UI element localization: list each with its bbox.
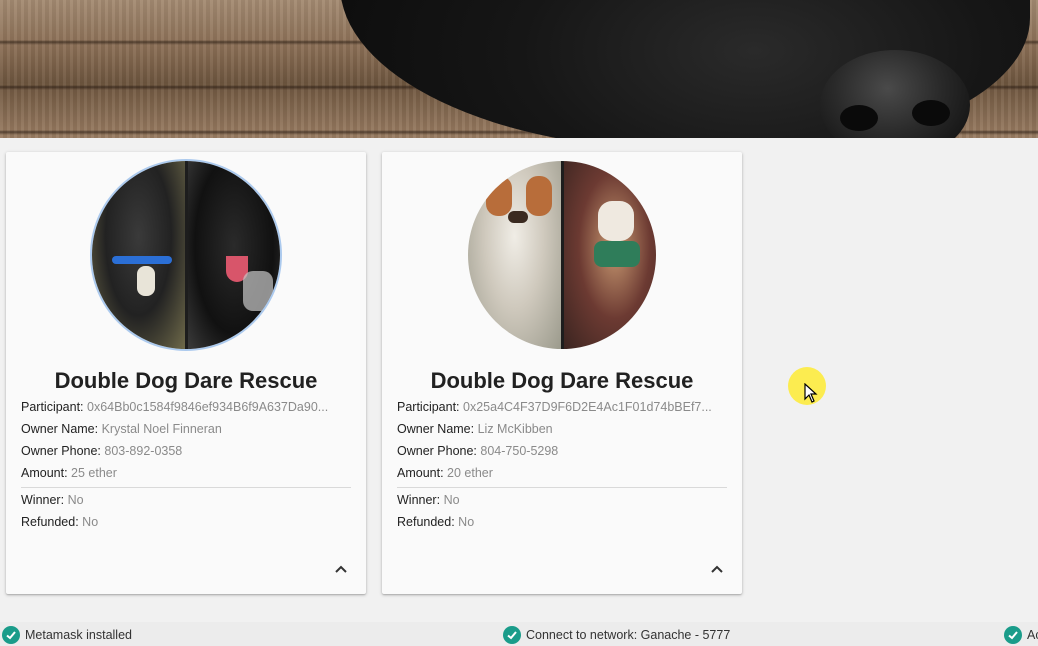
status-bar: Metamask installed Connect to network: G… — [0, 622, 1038, 646]
owner-phone-row: Owner Phone: 804-750-5298 — [397, 444, 559, 458]
card-title: Double Dog Dare Rescue — [430, 368, 694, 393]
owner-name-value: Liz McKibben — [477, 422, 553, 436]
winner-value: No — [67, 493, 84, 507]
winner-row: Winner: No — [21, 493, 84, 507]
dog-photo — [468, 161, 656, 349]
owner-phone-value: 803-892-0358 — [104, 444, 183, 458]
chevron-up-icon[interactable] — [708, 560, 726, 578]
refunded-row: Refunded: No — [397, 515, 475, 529]
status-metamask: Metamask installed — [2, 626, 132, 644]
status-account: Ac — [1004, 626, 1038, 644]
owner-phone-row: Owner Phone: 803-892-0358 — [21, 444, 183, 458]
owner-phone-value: 804-750-5298 — [480, 444, 559, 458]
chevron-up-icon[interactable] — [332, 560, 350, 578]
mouse-pointer-icon — [804, 383, 818, 403]
winner-value: No — [443, 493, 460, 507]
check-circle-icon — [1004, 626, 1022, 644]
participant-value: 0x64Bb0c1584f9846ef934B6f9A637Da90... — [87, 400, 329, 414]
divider — [21, 487, 351, 488]
participant-card: Double Dog Dare Rescue Participant: 0x64… — [6, 152, 366, 594]
status-label: Ac — [1027, 628, 1038, 642]
amount-value: 25 ether — [71, 466, 117, 480]
winner-row: Winner: No — [397, 493, 460, 507]
check-circle-icon — [2, 626, 20, 644]
divider — [397, 487, 727, 488]
refunded-value: No — [82, 515, 99, 529]
status-network: Connect to network: Ganache - 5777 — [503, 626, 730, 644]
amount-value: 20 ether — [447, 466, 493, 480]
amount-row: Amount: 25 ether — [21, 466, 117, 480]
dog-photo — [92, 161, 280, 349]
refunded-value: No — [458, 515, 475, 529]
status-label: Metamask installed — [25, 628, 132, 642]
participant-card: Double Dog Dare Rescue Participant: 0x25… — [382, 152, 742, 594]
header-banner-image — [0, 0, 1038, 138]
participant-row: Participant: 0x64Bb0c1584f9846ef934B6f9A… — [21, 400, 329, 414]
card-title: Double Dog Dare Rescue — [54, 368, 318, 393]
refunded-row: Refunded: No — [21, 515, 99, 529]
status-label: Connect to network: Ganache - 5777 — [526, 628, 731, 642]
owner-name-value: Krystal Noel Finneran — [101, 422, 222, 436]
owner-name-row: Owner Name: Krystal Noel Finneran — [21, 422, 222, 436]
participant-value: 0x25a4C4F37D9F6D2E4Ac1F01d74bBEf7... — [463, 400, 712, 414]
owner-name-row: Owner Name: Liz McKibben — [397, 422, 553, 436]
participant-row: Participant: 0x25a4C4F37D9F6D2E4Ac1F01d7… — [397, 400, 712, 414]
check-circle-icon — [503, 626, 521, 644]
amount-row: Amount: 20 ether — [397, 466, 493, 480]
